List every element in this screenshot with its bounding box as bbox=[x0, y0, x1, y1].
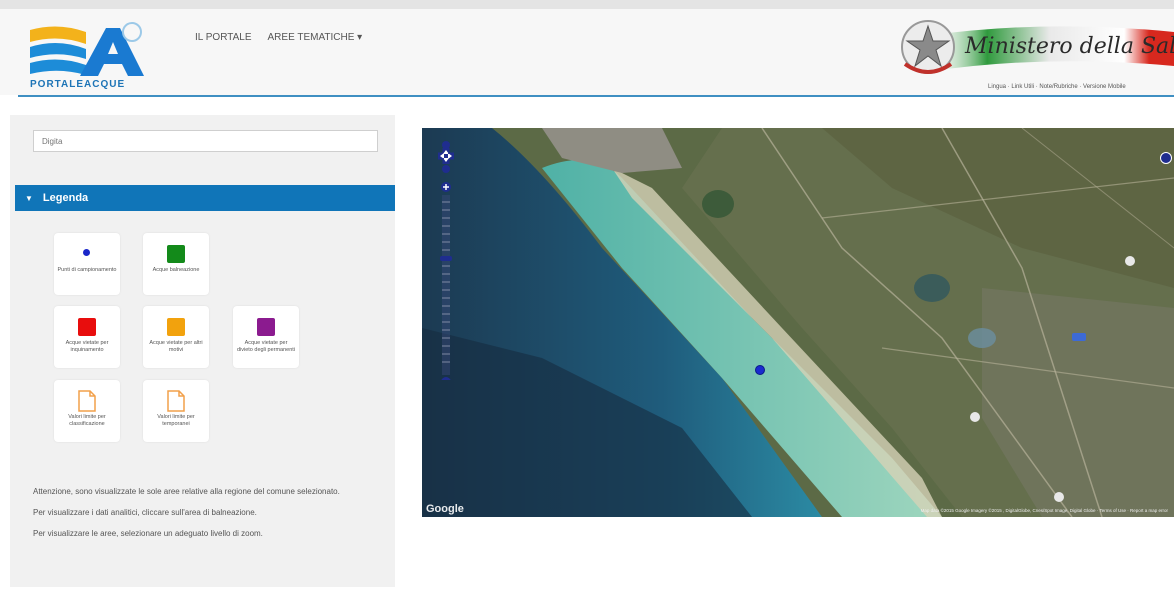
satellite-imagery[interactable] bbox=[422, 128, 1174, 517]
satellite-map[interactable]: Google Map data ©2015 Google Imagery ©20… bbox=[422, 128, 1174, 517]
search-input[interactable] bbox=[33, 130, 378, 152]
nav-il-portale[interactable]: IL PORTALE bbox=[195, 32, 252, 43]
green-square-icon bbox=[167, 245, 185, 263]
zoom-out-icon bbox=[441, 377, 451, 380]
zoom-slider-track bbox=[442, 195, 450, 375]
legend-item-label: Acque balneazione bbox=[152, 267, 200, 273]
note-region: Attenzione, sono visualizzate le sole ar… bbox=[33, 487, 340, 496]
legend-item-label: Valori limite per temporanei bbox=[157, 414, 195, 427]
legend-item-label: Acque vietate per divieto degli permanen… bbox=[236, 340, 296, 353]
legend-item-label: Acque vietate per inquinamento bbox=[65, 340, 109, 353]
utility-links[interactable]: Lingua · Link Utili · Note/Rubriche · Ve… bbox=[988, 84, 1126, 90]
document-icon bbox=[167, 390, 185, 412]
top-strip bbox=[0, 0, 1174, 9]
legend-header[interactable]: ▼ Legenda bbox=[15, 185, 395, 211]
main-nav: IL PORTALE AREE TEMATICHE ▾ bbox=[195, 32, 362, 43]
purple-square-icon bbox=[257, 318, 275, 336]
legend-item-altri-motivi: Acque vietate per altri motivi bbox=[143, 306, 209, 368]
pan-down-icon bbox=[442, 165, 450, 173]
header-divider bbox=[18, 95, 1174, 97]
legend-item-label: Valori limite per classificazione bbox=[68, 414, 106, 427]
layer-switcher-icon[interactable] bbox=[1160, 152, 1172, 164]
caret-down-icon: ▼ bbox=[25, 193, 33, 203]
pan-up-icon bbox=[442, 141, 450, 149]
legend-item-acque-balneazione: Acque balneazione bbox=[143, 233, 209, 295]
map-navigation-control[interactable] bbox=[436, 140, 460, 380]
document-icon bbox=[78, 390, 96, 412]
legend-item-classificazione: Valori limite per classificazione bbox=[54, 380, 120, 442]
legend-item-label: Punti di campionamento bbox=[57, 267, 117, 273]
legend-item-divieto-permanenti: Acque vietate per divieto degli permanen… bbox=[233, 306, 299, 368]
sampling-point-icon bbox=[83, 249, 90, 256]
map-attribution[interactable]: Map data ©2015 Google Imagery ©2015 , Di… bbox=[921, 508, 1168, 513]
logo-text: PORTALEACQUE bbox=[30, 79, 126, 90]
legend-title: Legenda bbox=[42, 192, 89, 204]
legend-item-temporanei: Valori limite per temporanei bbox=[143, 380, 209, 442]
orange-square-icon bbox=[167, 318, 185, 336]
ministry-title: Ministero della Salute bbox=[965, 34, 1174, 59]
sampling-point-marker[interactable] bbox=[755, 365, 765, 375]
sidebar-notes: Attenzione, sono visualizzate le sole ar… bbox=[33, 486, 383, 549]
nav-aree-tematiche[interactable]: AREE TEMATICHE ▾ bbox=[268, 32, 363, 43]
note-zoom: Per visualizzare le aree, selezionare un… bbox=[33, 529, 263, 538]
google-logo: Google bbox=[426, 503, 464, 515]
legend-item-punti-campionamento: Punti di campionamento bbox=[54, 233, 120, 295]
legend-item-label: Acque vietate per altri motivi bbox=[149, 340, 203, 353]
legend-item-inquinamento: Acque vietate per inquinamento bbox=[54, 306, 120, 368]
zoom-slider-handle bbox=[440, 256, 452, 261]
note-analytics: Per visualizzare i dati analitici, clicc… bbox=[33, 508, 257, 517]
red-square-icon bbox=[78, 318, 96, 336]
